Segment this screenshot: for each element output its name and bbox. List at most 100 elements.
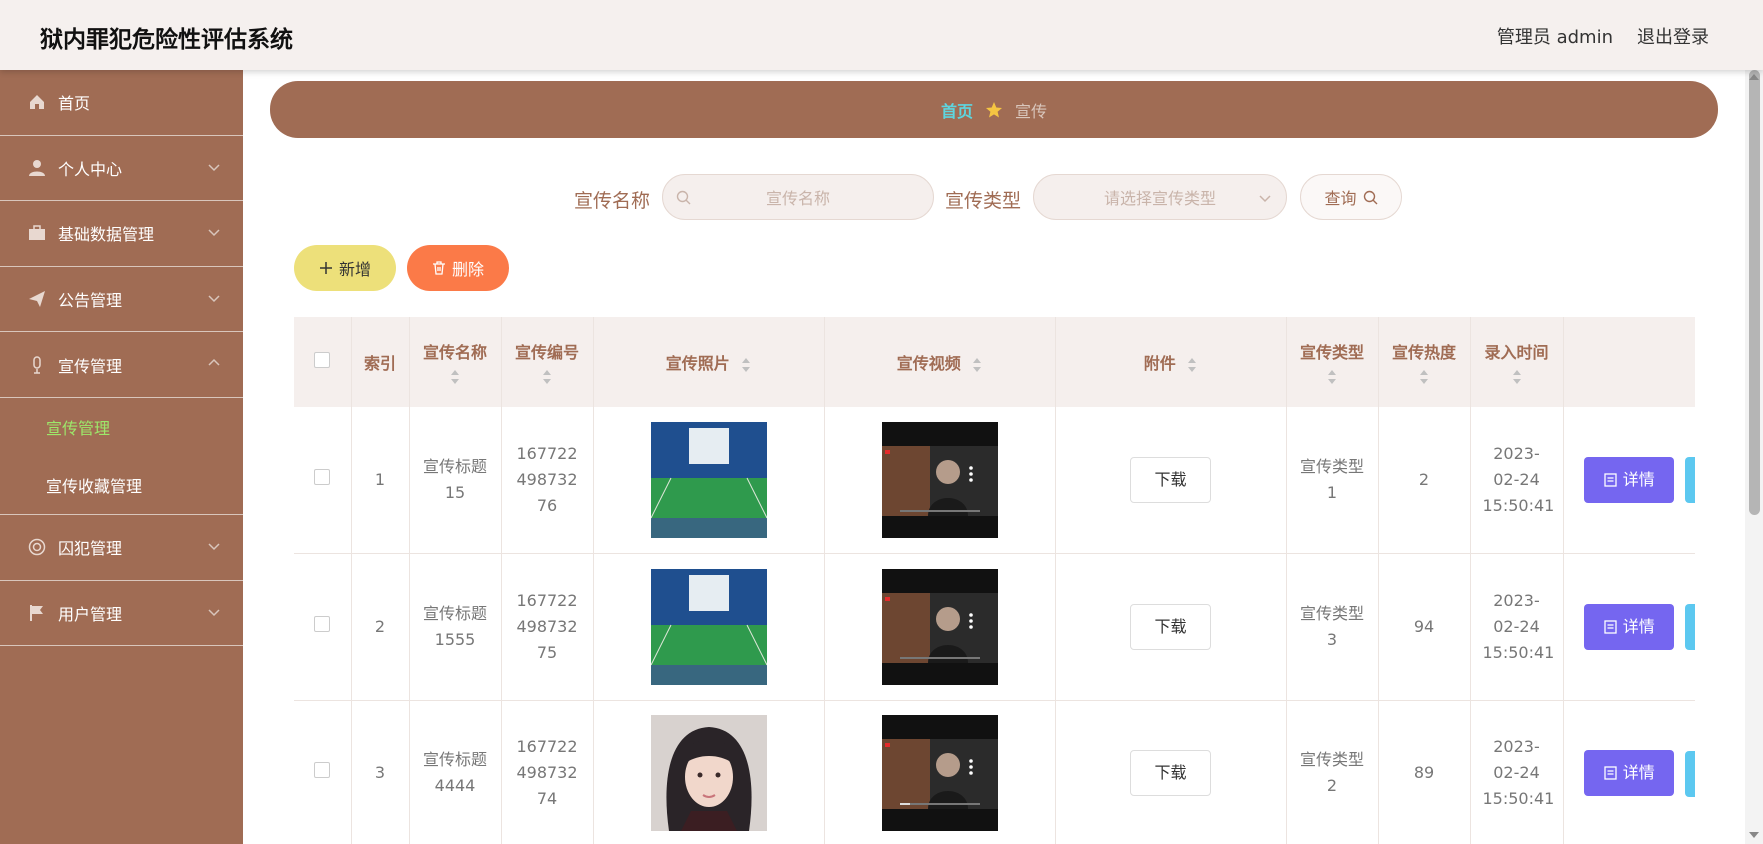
cell-actions: 详情 [1563,700,1695,844]
header-heat[interactable]: 宣传热度 [1378,317,1471,407]
cell-attachment: 下载 [1055,553,1287,701]
sort-icon[interactable] [1327,369,1337,385]
sidebar: 首页 个人中心 基础数据管理 公告管理 宣传管理 宣传管理 宣传收藏管理 囚犯管… [0,70,243,844]
cell-time: 2023-02-24 15:50:41 [1470,553,1564,701]
sidebar-item-profile[interactable]: 个人中心 [0,136,243,202]
sort-icon[interactable] [1419,369,1429,385]
header-photo[interactable]: 宣传照片 [593,317,825,407]
court-photo[interactable] [650,422,767,538]
row-checkbox[interactable] [314,762,331,779]
app-title: 狱内罪犯危险性评估系统 [40,27,293,53]
edit-button[interactable] [1685,604,1695,650]
sort-icon[interactable] [542,369,552,385]
sidebar-item-label: 公告管理 [58,291,123,311]
home-icon [26,91,48,113]
detail-button[interactable]: 详情 [1584,750,1675,797]
search-name-input[interactable]: 宣传名称 [662,174,934,220]
query-button[interactable]: 查询 [1300,174,1402,220]
main-content: 首页 宣传 宣传名称 宣传名称 宣传类型 请选择宣传类型 查询 新增 删除 索引… [243,70,1743,844]
detail-button-label: 详情 [1622,763,1655,783]
cell-photo [593,407,825,554]
detail-button[interactable]: 详情 [1584,603,1675,650]
court-photo[interactable] [650,568,767,685]
sort-icon[interactable] [1187,357,1197,373]
detail-button[interactable]: 详情 [1584,457,1675,503]
table-row: 1 宣传标题15 16772249873276 下载 宣传类型1 2 2023-… [294,407,1695,554]
detail-button-label: 详情 [1622,470,1655,489]
sidebar-subitem-publicity-manage[interactable]: 宣传管理 [0,398,243,456]
user-label[interactable]: 管理员 admin [1497,23,1613,49]
sidebar-subitem-publicity-favorites[interactable]: 宣传收藏管理 [0,456,243,514]
sidebar-item-users[interactable]: 用户管理 [0,581,243,647]
flag-icon [26,602,48,624]
sidebar-item-basic-data[interactable]: 基础数据管理 [0,201,243,267]
select-all-cell [294,317,352,407]
breadcrumb: 首页 宣传 [270,81,1718,138]
chevron-down-icon [208,164,220,171]
download-button[interactable]: 下载 [1130,457,1211,503]
breadcrumb-current: 宣传 [1015,101,1048,121]
search-type-placeholder: 请选择宣传类型 [1103,189,1216,208]
portrait-photo[interactable] [650,715,767,832]
cell-heat: 94 [1378,553,1471,701]
cell-time: 2023-02-24 15:50:41 [1470,700,1564,844]
breadcrumb-home[interactable]: 首页 [941,98,973,122]
cell-video [824,553,1056,701]
search-icon [676,190,691,205]
add-button-label: 新增 [338,260,371,279]
sort-icon[interactable] [450,369,460,385]
query-button-label: 查询 [1324,189,1357,208]
edit-button[interactable] [1685,750,1695,797]
sidebar-item-home[interactable]: 首页 [0,70,243,136]
sidebar-item-label: 基础数据管理 [58,225,155,245]
search-type-select[interactable]: 请选择宣传类型 [1033,174,1287,220]
sort-icon[interactable] [1512,369,1522,385]
cell-index: 2 [351,553,410,701]
sort-icon[interactable] [972,357,982,373]
cell-video [824,700,1056,844]
row-checkbox[interactable] [314,469,331,485]
header-time[interactable]: 录入时间 [1470,317,1564,407]
search-type-label: 宣传类型 [945,190,1022,212]
scrollbar-thumb[interactable] [1749,70,1760,515]
document-icon [1604,766,1617,780]
cell-code: 16772249873275 [501,553,594,701]
cell-actions: 详情 [1563,553,1695,701]
lifebuoy-icon [26,536,48,558]
add-button[interactable]: 新增 [294,245,396,291]
scroll-up-arrow[interactable] [1749,74,1759,80]
row-checkbox[interactable] [314,615,331,632]
document-icon [1604,473,1617,487]
header-video[interactable]: 宣传视频 [824,317,1056,407]
search-bar: 宣传名称 宣传名称 宣传类型 请选择宣传类型 查询 [243,174,1743,220]
video-thumbnail[interactable] [881,568,998,685]
edit-button[interactable] [1685,457,1695,503]
send-icon [26,288,48,310]
sidebar-item-prisoner[interactable]: 囚犯管理 [0,515,243,581]
trash-icon [432,261,445,275]
detail-button-label: 详情 [1622,616,1655,636]
cell-photo [593,700,825,844]
cell-attachment: 下载 [1055,700,1287,844]
cell-type: 宣传类型2 [1286,700,1379,844]
download-button[interactable]: 下载 [1130,750,1211,797]
video-thumbnail[interactable] [881,715,998,832]
cell-heat: 89 [1378,700,1471,844]
search-name-placeholder: 宣传名称 [765,189,830,208]
sidebar-item-notice[interactable]: 公告管理 [0,267,243,333]
search-name-label: 宣传名称 [574,190,651,212]
delete-button[interactable]: 删除 [407,245,509,291]
header-code[interactable]: 宣传编号 [501,317,594,407]
cell-name: 宣传标题4444 [409,700,502,844]
video-thumbnail[interactable] [881,422,998,538]
header-name[interactable]: 宣传名称 [409,317,502,407]
sidebar-item-publicity[interactable]: 宣传管理 [0,332,243,398]
scroll-down-arrow[interactable] [1749,832,1759,838]
header-attachment[interactable]: 附件 [1055,317,1287,407]
sort-icon[interactable] [741,357,751,373]
download-button[interactable]: 下载 [1130,603,1211,650]
select-all-checkbox[interactable] [314,352,331,368]
logout-button[interactable]: 退出登录 [1637,23,1709,49]
plus-icon [319,262,332,274]
header-type[interactable]: 宣传类型 [1286,317,1379,407]
